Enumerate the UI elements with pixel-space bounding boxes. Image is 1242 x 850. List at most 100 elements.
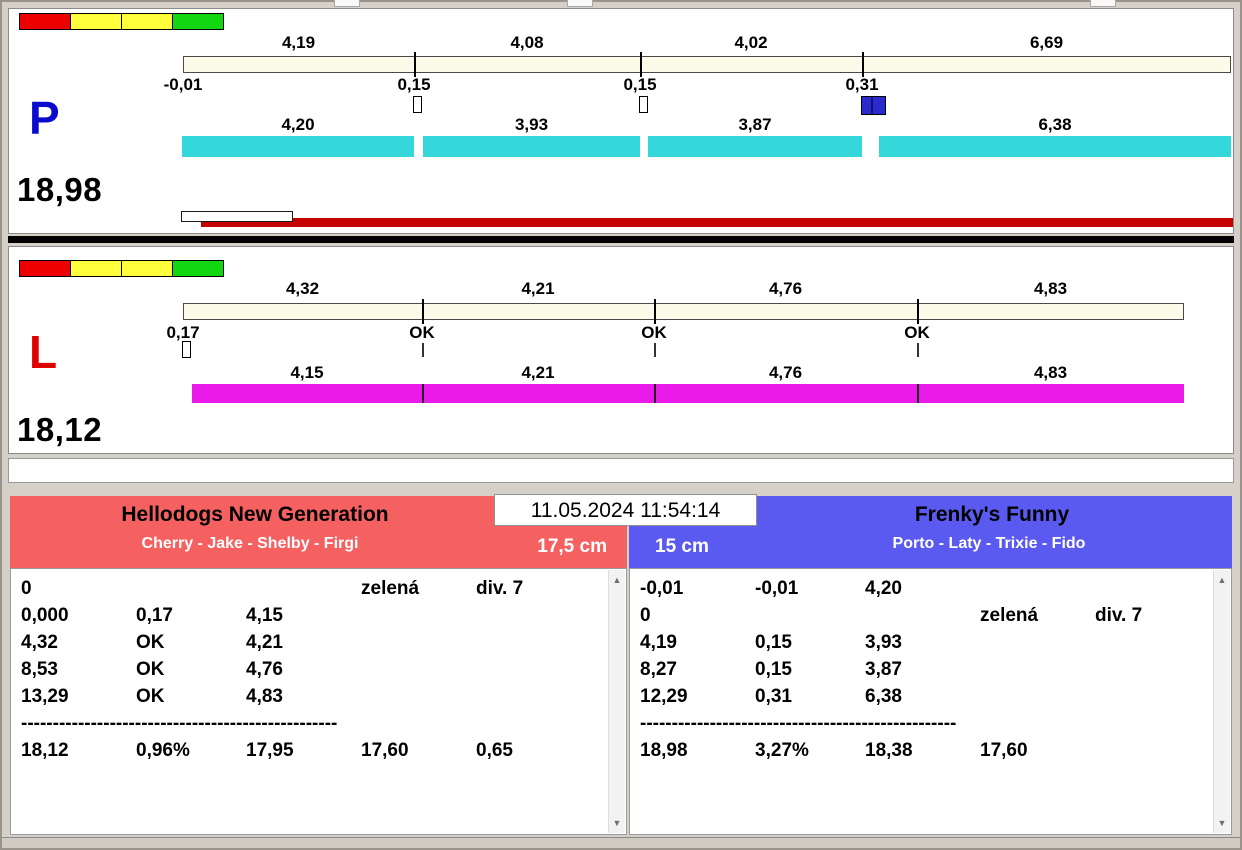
table-row: 13,29 OK 4,83 — [21, 683, 600, 710]
scrollbar[interactable]: ▲ ▼ — [1213, 570, 1230, 833]
jump-height-label: 17,5 cm — [537, 536, 607, 557]
split-tick-mark — [422, 299, 424, 324]
table-row: 8,53 OK 4,76 — [21, 656, 600, 683]
table-cell — [755, 602, 865, 629]
start-lights — [19, 13, 224, 30]
offset-label: OK — [409, 323, 435, 342]
lane-panel-l: L 18,12 4,32 4,21 4,76 4,83 0,17 OK OK OK 4,15 4,… — [8, 246, 1234, 454]
dog-time-label: 4,76 — [768, 363, 803, 382]
fault-marker-box — [861, 96, 886, 115]
table-cell: 4,15 — [246, 605, 283, 626]
scrollbar[interactable]: ▲ ▼ — [608, 570, 625, 833]
team-result-area: 0 zelená div. 7 0,000 0,17 4,15 4,32 OK 4,21 8,53… — [10, 568, 627, 835]
table-cell — [476, 629, 600, 656]
table-cell: 18,38 — [865, 740, 913, 761]
split-tick-mark — [654, 299, 656, 324]
team-result-area: -0,01 -0,01 4,20 0 zelená div. 7 4,19 0,15 3,93 8… — [629, 568, 1232, 835]
table-cell: 0 — [640, 605, 651, 626]
team-dog-names: Porto - Laty - Trixie - Fido — [892, 535, 1086, 552]
lane-divider — [8, 236, 1234, 243]
table-cell: 0,17 — [136, 605, 173, 626]
dog-time-label: 4,21 — [521, 363, 555, 382]
team-panel-left: Hellodogs New Generation Cherry - Jake -… — [10, 496, 627, 835]
split-time-label: 4,83 — [1033, 279, 1068, 298]
dog-time-bar-segment — [192, 384, 422, 403]
split-tick-mark — [414, 52, 416, 77]
dog-time-bar-segment — [917, 384, 1184, 403]
dog-time-bar-segment — [422, 384, 654, 403]
dog-time-label: 6,38 — [1038, 115, 1072, 134]
scroll-up-icon[interactable]: ▲ — [1214, 575, 1230, 585]
jump-height-label: 15 cm — [655, 536, 709, 557]
table-cell: div. 7 — [1095, 605, 1143, 626]
team-name: Frenky's Funny — [914, 503, 1070, 526]
table-cell: 4,32 — [21, 632, 58, 653]
timestamp-display: 11.05.2024 11:54:14 — [494, 494, 757, 526]
split-time-label: 6,69 — [1029, 33, 1064, 52]
split-time-label: 4,08 — [510, 33, 544, 52]
table-cell: 0,31 — [755, 686, 792, 707]
app-window: P 18,98 4,19 4,08 4,02 6,69 -0,01 0,15 0,15 0,3… — [0, 0, 1242, 850]
dog-time-label: 4,83 — [1033, 363, 1068, 382]
split-time-label: 4,02 — [734, 33, 768, 52]
table-cell: 18,98 — [640, 740, 688, 761]
team-table: 0 zelená div. 7 0,000 0,17 4,15 4,32 OK 4,21 8,53… — [21, 575, 600, 764]
table-row: 18,98 3,27% 18,38 17,60 — [640, 737, 1205, 764]
dog-time-label: 4,15 — [290, 363, 324, 382]
table-cell — [361, 629, 476, 656]
table-cell — [1095, 737, 1205, 764]
start-light — [19, 13, 71, 30]
dog-time-label: 4,20 — [281, 115, 315, 134]
table-cell — [1095, 575, 1205, 602]
table-cell: 0,000 — [21, 605, 69, 626]
table-row: 0 zelená div. 7 — [21, 575, 600, 602]
offset-marker-box — [182, 341, 191, 358]
start-light — [121, 13, 173, 30]
table-cell: OK — [136, 659, 165, 680]
table-cell — [361, 683, 476, 710]
table-cell: 3,27% — [755, 740, 809, 761]
split-time-label: 4,76 — [768, 279, 803, 298]
lane-letter: L — [29, 326, 58, 378]
table-row: 4,19 0,15 3,93 — [640, 629, 1205, 656]
team-panel-right: Frenky's Funny Porto - Laty - Trixie - F… — [629, 496, 1232, 835]
table-cell: 17,60 — [361, 740, 409, 761]
split-time-label: 4,19 — [281, 33, 316, 52]
start-light — [172, 13, 224, 30]
table-cell: OK — [136, 686, 165, 707]
scroll-up-icon[interactable]: ▲ — [609, 575, 625, 585]
dog-time-bar-segment — [423, 136, 640, 157]
split-time-bar — [183, 56, 1231, 73]
lane-letter: P — [29, 92, 60, 144]
table-cell: 4,20 — [865, 578, 902, 599]
start-light — [121, 260, 173, 277]
table-cell: -0,01 — [755, 578, 799, 599]
table-cell — [980, 656, 1095, 683]
empty-status-strip — [8, 458, 1234, 483]
offset-tick-mark — [422, 343, 424, 357]
scroll-down-icon[interactable]: ▼ — [1214, 818, 1230, 828]
table-cell — [980, 575, 1095, 602]
table-cell: 0,15 — [755, 659, 792, 680]
offset-label: 0,15 — [623, 75, 657, 94]
start-light — [70, 260, 122, 277]
progress-bar — [201, 218, 1233, 227]
offset-marker-box — [413, 96, 422, 113]
table-cell — [476, 656, 600, 683]
table-cell: 4,83 — [246, 686, 283, 707]
table-row: 12,29 0,31 6,38 — [640, 683, 1205, 710]
lane-total-time: 18,98 — [17, 171, 103, 208]
offset-tick-mark — [917, 343, 919, 357]
window-edge-fragment — [567, 0, 593, 7]
table-cell — [1095, 629, 1205, 656]
split-time-bar — [183, 303, 1184, 320]
progress-marker-box — [181, 211, 293, 222]
offset-label: 0,15 — [397, 75, 431, 94]
table-cell: 0,15 — [755, 632, 792, 653]
dog-time-bar-segment — [182, 136, 414, 157]
split-tick-mark — [640, 52, 642, 77]
scroll-down-icon[interactable]: ▼ — [609, 818, 625, 828]
status-bar — [2, 837, 1240, 848]
lane-total-time: 18,12 — [17, 411, 103, 448]
table-cell: 3,93 — [865, 632, 902, 653]
